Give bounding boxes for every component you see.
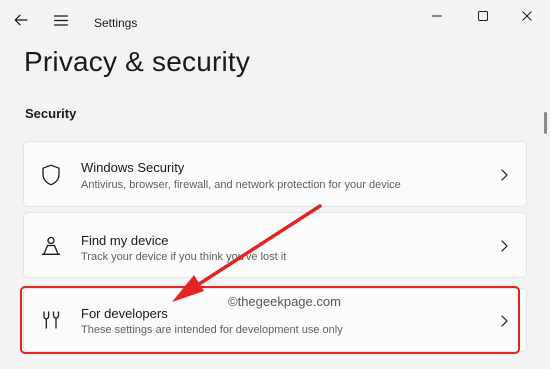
find-my-device-card[interactable]: Find my device Track your device if you … xyxy=(23,212,527,278)
watermark: ©thegeekpage.com xyxy=(228,294,341,309)
chevron-right-icon xyxy=(498,168,510,182)
maximize-icon[interactable] xyxy=(460,4,506,28)
shield-icon xyxy=(40,164,62,186)
page-title: Privacy & security xyxy=(24,46,251,77)
find-my-device-description: Track your device if you think you've lo… xyxy=(81,251,287,263)
person-location-icon xyxy=(40,235,62,257)
back-arrow-icon[interactable] xyxy=(9,8,33,32)
chevron-right-icon xyxy=(498,239,510,253)
find-my-device-title: Find my device xyxy=(81,233,169,248)
windows-security-card[interactable]: Windows Security Antivirus, browser, fir… xyxy=(23,141,527,207)
scrollbar[interactable] xyxy=(544,112,547,134)
section-heading-security: Security xyxy=(25,106,77,121)
hamburger-menu-icon[interactable] xyxy=(49,8,73,32)
minimize-icon[interactable] xyxy=(414,4,460,28)
title-bar: Settings xyxy=(0,0,550,48)
windows-security-description: Antivirus, browser, firewall, and networ… xyxy=(81,179,401,191)
close-icon[interactable] xyxy=(504,4,550,28)
app-title: Settings xyxy=(94,16,138,30)
windows-security-title: Windows Security xyxy=(81,160,185,175)
